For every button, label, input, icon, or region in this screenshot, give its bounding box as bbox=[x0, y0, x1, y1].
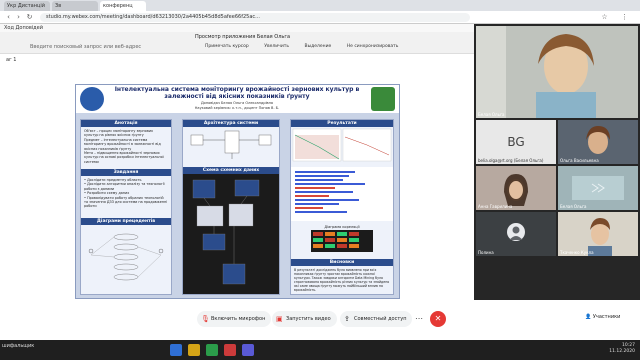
annotation-text: Об'єкт – процес моніторингу зернових кул… bbox=[84, 129, 164, 164]
participant-name: Ткаченко Кукла bbox=[560, 250, 594, 255]
zoom-button[interactable]: Увеличить bbox=[264, 44, 289, 49]
poster-authors: Доповідач Белая Ольга Олександрівна Наук… bbox=[194, 101, 280, 110]
browser-tab-active[interactable]: конференц bbox=[100, 1, 146, 11]
precedents-heading: Діаграми прецедентів bbox=[81, 218, 171, 225]
poster-column-left: Анотація Об'єкт – процес моніторингу зер… bbox=[80, 119, 172, 295]
browser-tabbar: Укр Дистанцій Зв конференц bbox=[0, 0, 640, 11]
share-button-label: Совместный доступ bbox=[354, 316, 407, 322]
conclusions-heading: Висновки bbox=[291, 259, 393, 266]
page-indicator: аг 1 bbox=[6, 57, 17, 63]
tasks-heading: Завдання bbox=[81, 169, 171, 176]
more-options-icon[interactable]: ⋯ bbox=[413, 311, 425, 327]
architecture-heading: Архітектура системи bbox=[183, 120, 279, 127]
forward-icon[interactable]: › bbox=[14, 13, 23, 22]
url-field[interactable]: studio.my.webex.com/meeting/dashboard/d6… bbox=[40, 13, 470, 22]
correlation-bar-chart bbox=[291, 167, 393, 221]
architecture-diagram bbox=[190, 130, 272, 159]
address-bar: ‹ › ↻ studio.my.webex.com/meeting/dashbo… bbox=[0, 11, 640, 24]
viewer-tools: Примечать курсор Увеличить Выделение Не … bbox=[205, 44, 412, 49]
mic-button-label: Включить микрофон bbox=[211, 316, 266, 322]
poster-title: Інтелектуальна система моніторингу врожа… bbox=[114, 86, 360, 100]
app-icon[interactable] bbox=[170, 344, 182, 356]
participant-initials: BG bbox=[507, 135, 525, 149]
share-icon: ⇪ bbox=[344, 315, 350, 323]
pointer-button[interactable]: Примечать курсор bbox=[205, 44, 249, 49]
participant-tile[interactable]: Анна Гаврилина bbox=[476, 166, 556, 210]
schema-heading: Схема схемних даних bbox=[183, 167, 279, 174]
participant-tile[interactable]: BG belia.olga@rt.org (Белая Ольга) bbox=[476, 120, 556, 164]
mic-off-icon: 🎙 bbox=[201, 315, 210, 323]
database-schema-diagram bbox=[183, 174, 279, 294]
participant-video-main[interactable]: Белая Ольга bbox=[476, 26, 638, 118]
app-root: Укр Дистанцій Зв конференц ‹ › ↻ studio.… bbox=[0, 0, 640, 360]
system-clock[interactable]: 10:27 11.12.2020 bbox=[609, 343, 635, 355]
participant-name: Белая Ольга bbox=[478, 112, 505, 117]
browser-tab[interactable]: Укр Дистанцій bbox=[4, 1, 50, 11]
folder-icon[interactable] bbox=[188, 344, 200, 356]
participant-name: Белая Ольга bbox=[560, 204, 587, 209]
poster-column-middle: Архітектура системи Схема схемних даних bbox=[182, 119, 280, 295]
use-case-diagram bbox=[88, 233, 164, 281]
select-button[interactable]: Выделение bbox=[304, 44, 331, 49]
back-icon[interactable]: ‹ bbox=[4, 13, 13, 22]
participant-tile[interactable]: Белая Ольга bbox=[558, 166, 638, 210]
participants-icon: 👤 bbox=[585, 314, 593, 320]
university-logo-icon bbox=[80, 87, 104, 111]
clock-date: 11.12.2020 bbox=[609, 349, 635, 354]
sync-button[interactable]: Не синхронизировать bbox=[347, 44, 399, 49]
search-input[interactable]: Введите поисковый запрос или веб-адрес bbox=[30, 44, 180, 52]
menu-icon[interactable]: ⋮ bbox=[620, 13, 629, 22]
participant-video-feed bbox=[476, 26, 638, 118]
app-icon[interactable] bbox=[242, 344, 254, 356]
results-charts bbox=[292, 128, 392, 162]
conclusions-text: В результаті досліджень було виявлено пр… bbox=[294, 268, 390, 292]
mic-button[interactable]: 🎙 Включить микрофон bbox=[197, 311, 272, 327]
poster-column-right: Результати Діаграма кореляції Висновки В… bbox=[290, 119, 394, 295]
participants-button[interactable]: 👤 Участники bbox=[585, 314, 620, 320]
annotation-heading: Анотація bbox=[81, 120, 171, 127]
correlation-heatmap bbox=[311, 230, 373, 252]
os-taskbar: шифальщик 10:27 11.12.2020 bbox=[0, 340, 640, 360]
participant-name: belia.olga@rt.org (Белая Ольга) bbox=[478, 158, 544, 163]
extensions-icon[interactable]: ☆ bbox=[600, 13, 609, 22]
meeting-controls: 🎙 Включить микрофон ▣ Запустить видео ⇪ … bbox=[0, 300, 640, 340]
participants-pane: Белая Ольга BG belia.olga@rt.org (Белая … bbox=[474, 24, 640, 300]
video-off-icon: ▣ bbox=[276, 315, 283, 323]
reload-icon[interactable]: ↻ bbox=[25, 13, 34, 22]
participant-name: Анна Гаврилина bbox=[478, 204, 513, 209]
person-avatar-icon bbox=[507, 222, 525, 241]
taskbar-app-label: шифальщик bbox=[2, 343, 35, 349]
poster-header: Інтелектуальна система моніторингу врожа… bbox=[76, 85, 399, 113]
tasks-text: • Дослідити предметну область • Дослідит… bbox=[84, 178, 168, 209]
app-icon[interactable] bbox=[224, 344, 236, 356]
participant-name: Полина bbox=[478, 250, 494, 255]
video-button[interactable]: ▣ Запустить видео bbox=[272, 311, 337, 327]
browser-icon[interactable] bbox=[206, 344, 218, 356]
participant-tile[interactable]: Ольга Васильевна bbox=[558, 120, 638, 164]
document-label: Ход Доповідей bbox=[0, 24, 474, 32]
end-call-button[interactable]: ✕ bbox=[430, 311, 446, 327]
viewer-toolbar: Просмотр приложения Белая Ольга Введите … bbox=[0, 32, 474, 54]
participant-tile[interactable]: Ткаченко Кукла bbox=[558, 212, 638, 256]
results-heading: Результати bbox=[291, 120, 393, 127]
viewer-title: Просмотр приложения Белая Ольга bbox=[195, 34, 291, 40]
participant-tile[interactable]: Полина bbox=[476, 212, 556, 256]
video-button-label: Запустить видео bbox=[286, 316, 331, 322]
browser-tab[interactable]: Зв bbox=[52, 1, 98, 11]
participant-name: Ольга Васильевна bbox=[560, 158, 599, 163]
person-icon bbox=[509, 226, 523, 240]
participants-label: Участники bbox=[592, 314, 621, 320]
share-button[interactable]: ⇪ Совместный доступ bbox=[340, 311, 413, 327]
shared-content-pane: Ход Доповідей Просмотр приложения Белая … bbox=[0, 24, 474, 300]
poster: Інтелектуальна система моніторингу врожа… bbox=[75, 84, 400, 299]
faculty-logo-icon bbox=[371, 87, 395, 111]
